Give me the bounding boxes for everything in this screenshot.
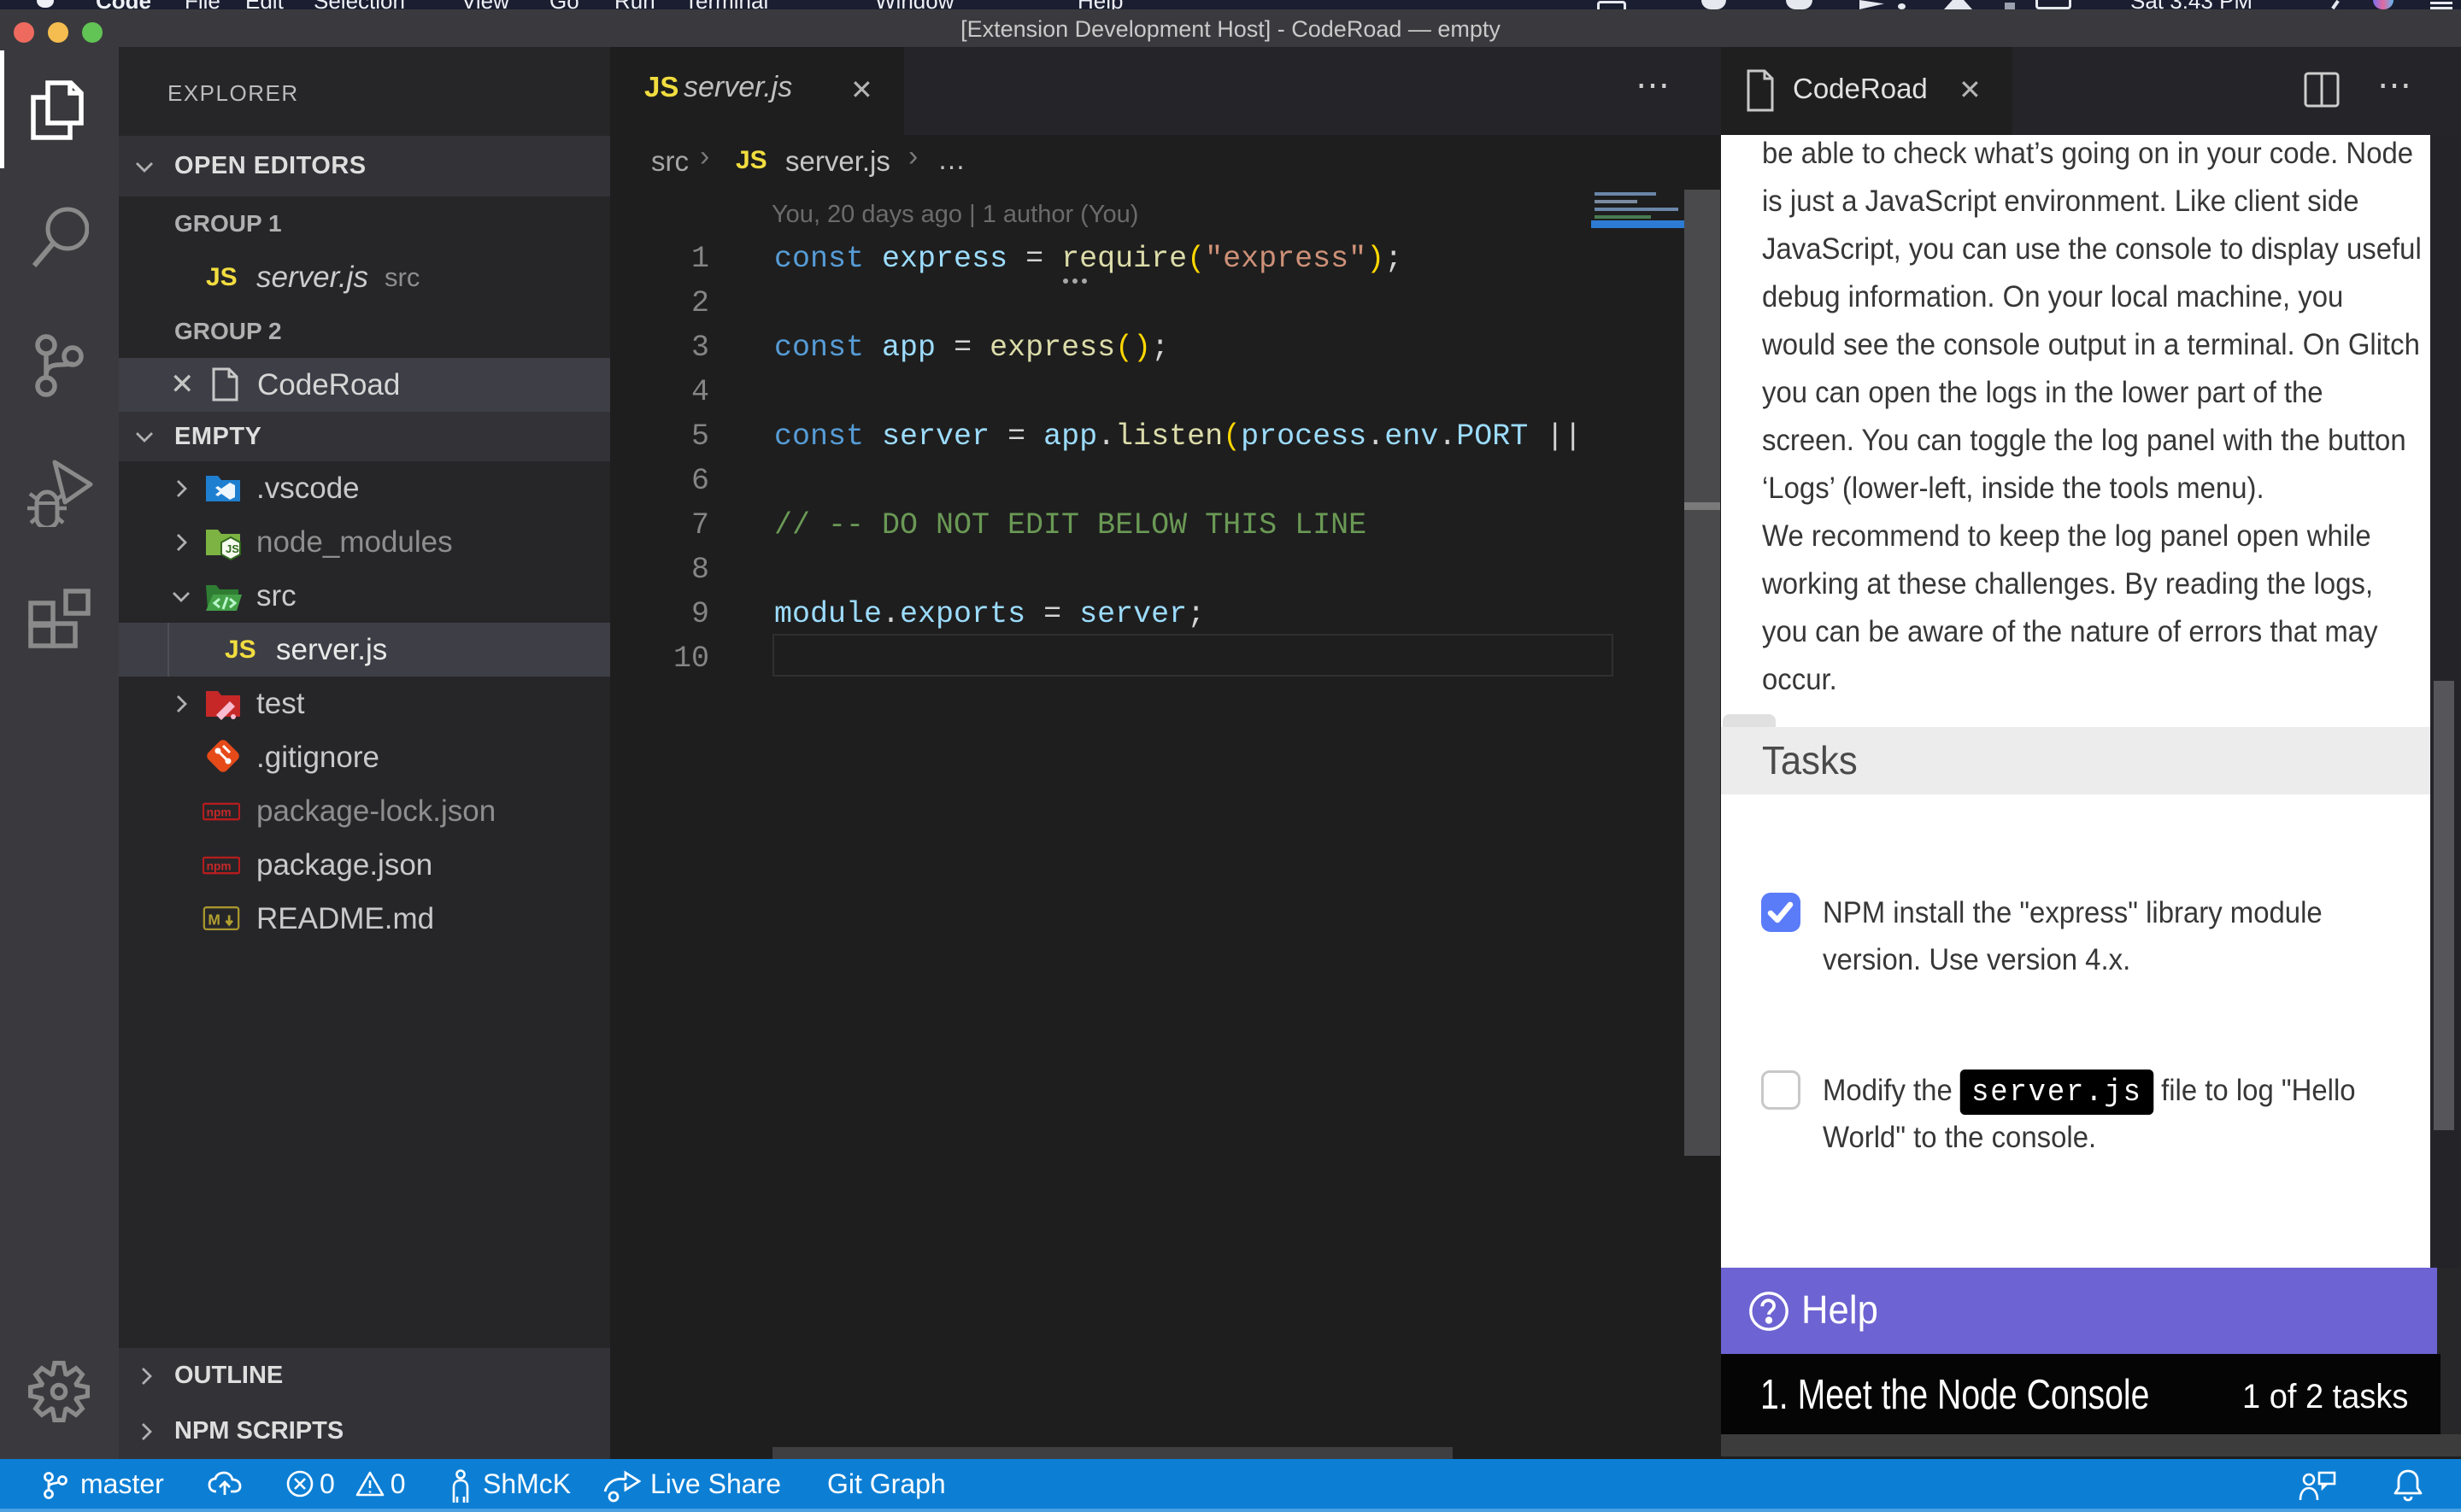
svg-text:JS: JS — [226, 542, 239, 555]
svg-text:npm: npm — [207, 806, 232, 819]
svg-text:npm: npm — [207, 860, 232, 873]
svg-text:M: M — [208, 911, 220, 928]
